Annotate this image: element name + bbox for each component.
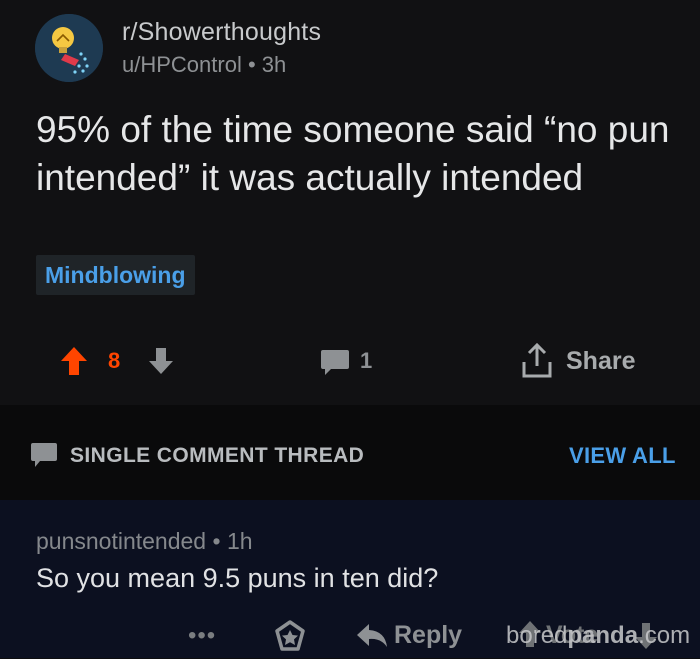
watermark-bold: panda xyxy=(567,622,639,649)
post-title[interactable]: 95% of the time someone said “no pun int… xyxy=(36,106,676,202)
comment-meta: punsnotintended • 1h xyxy=(36,528,253,555)
post-card: r/Showerthoughts u/HPControl • 3h 95% of… xyxy=(0,0,700,405)
post-action-bar: 8 1 Share xyxy=(0,338,700,384)
award-icon[interactable] xyxy=(273,620,307,659)
post-meta: u/HPControl • 3h xyxy=(122,52,286,78)
view-all-button[interactable]: VIEW ALL xyxy=(569,443,676,469)
more-icon[interactable]: ••• xyxy=(188,622,216,650)
comment-author[interactable]: punsnotintended xyxy=(36,528,206,554)
comment-count: 1 xyxy=(360,348,373,373)
subreddit-avatar-icon[interactable] xyxy=(35,14,103,82)
watermark-suffix: .com xyxy=(638,622,691,649)
vote-score: 8 xyxy=(108,348,121,373)
watermark: boredpanda.com xyxy=(506,622,690,650)
reply-icon[interactable] xyxy=(355,622,389,655)
downvote-icon[interactable] xyxy=(148,347,174,380)
watermark-prefix: bored xyxy=(506,622,568,649)
share-icon[interactable] xyxy=(520,342,554,385)
thread-label: SINGLE COMMENT THREAD xyxy=(70,444,365,467)
post-age: 3h xyxy=(261,52,287,77)
post-author[interactable]: u/HPControl xyxy=(122,52,242,77)
meta-separator: • xyxy=(212,528,221,554)
comment-icon[interactable] xyxy=(320,348,350,381)
comment-age: 1h xyxy=(226,528,253,554)
thread-bar: SINGLE COMMENT THREAD VIEW ALL xyxy=(0,405,700,500)
share-button[interactable]: Share xyxy=(566,347,635,376)
meta-separator: • xyxy=(247,52,256,77)
reply-button[interactable]: Reply xyxy=(394,621,462,650)
subreddit-name[interactable]: r/Showerthoughts xyxy=(122,18,321,47)
comment-card: punsnotintended • 1h So you mean 9.5 pun… xyxy=(0,500,700,658)
comment-body: So you mean 9.5 puns in ten did? xyxy=(36,563,439,593)
comment-thread-icon xyxy=(30,442,58,473)
post-flair[interactable]: Mindblowing xyxy=(36,255,195,295)
upvote-icon[interactable] xyxy=(60,346,88,381)
